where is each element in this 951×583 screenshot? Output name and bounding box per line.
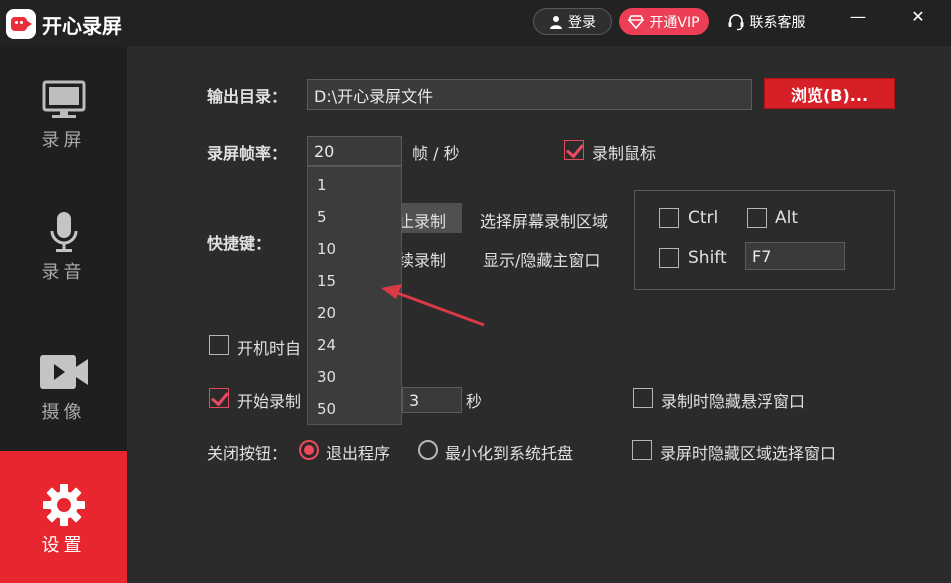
sidebar-label-settings: 设置 (41, 535, 86, 556)
app-logo-icon (6, 9, 36, 39)
fps-option[interactable]: 24 (317, 336, 336, 354)
fps-option[interactable]: 50 (317, 400, 336, 418)
countdown-label: 开始录制 (237, 392, 302, 411)
close-behavior-label: 关闭按钮： (207, 444, 288, 463)
video-camera-icon (39, 355, 88, 389)
shift-label: Shift (688, 248, 727, 268)
countdown-unit: 秒 (466, 392, 483, 411)
shift-checkbox[interactable] (659, 248, 679, 268)
minimize-tray-label: 最小化到系统托盘 (445, 444, 574, 463)
sidebar-item-screen-record[interactable]: 录屏 (0, 46, 127, 178)
autostart-label: 开机时自 (237, 339, 302, 358)
hotkey-key-input[interactable]: F7 (745, 242, 845, 270)
fps-option[interactable]: 20 (317, 304, 336, 322)
hotkey-action-select-region[interactable]: 选择屏幕录制区域 (480, 208, 608, 232)
minimize-button[interactable]: — (838, 4, 878, 28)
hotkey-label: 快捷键： (207, 234, 272, 253)
fps-option[interactable]: 5 (317, 208, 327, 226)
hide-float-window-checkbox[interactable] (633, 388, 653, 408)
monitor-icon (42, 80, 85, 118)
hide-float-window-label: 录制时隐藏悬浮窗口 (661, 392, 806, 411)
hide-region-window-checkbox[interactable] (632, 440, 652, 460)
vip-button[interactable]: 开通VIP (619, 8, 709, 35)
gear-icon (42, 484, 85, 526)
hotkey-action-resume-record[interactable]: 续录制 (398, 247, 446, 271)
fps-unit: 帧 / 秒 (412, 144, 460, 163)
sidebar-label-audio-record: 录音 (41, 262, 86, 283)
customer-service-button[interactable]: 联系客服 (720, 8, 812, 35)
vip-label: 开通VIP (649, 14, 700, 31)
app-title: 开心录屏 (42, 14, 122, 38)
user-icon (550, 15, 562, 29)
login-label: 登录 (568, 14, 596, 31)
countdown-input[interactable]: 3 (402, 387, 462, 413)
ctrl-label: Ctrl (688, 208, 719, 228)
record-mouse-label: 录制鼠标 (592, 144, 657, 163)
hide-region-window-label: 录屏时隐藏区域选择窗口 (660, 444, 837, 463)
service-label: 联系客服 (749, 14, 806, 31)
alt-checkbox[interactable] (747, 208, 767, 228)
settings-panel (127, 46, 951, 583)
headset-icon (728, 13, 743, 30)
hotkey-action-stop-record[interactable]: 止录制 (398, 208, 446, 232)
fps-option[interactable]: 10 (317, 240, 336, 258)
sidebar-item-audio-record[interactable]: 录音 (0, 178, 127, 310)
alt-label: Alt (775, 208, 799, 228)
microphone-icon (50, 212, 77, 252)
close-button[interactable]: ✕ (898, 4, 938, 28)
fps-option[interactable]: 1 (317, 176, 327, 194)
minimize-tray-radio[interactable] (418, 440, 438, 460)
hotkey-modifier-box (634, 190, 895, 290)
fps-select[interactable]: 20 (307, 136, 402, 166)
exit-app-label: 退出程序 (326, 444, 391, 463)
sidebar-label-screen-record: 录屏 (41, 130, 86, 151)
fps-option[interactable]: 15 (317, 272, 336, 290)
browse-button[interactable]: 浏览(B)... (764, 78, 895, 109)
record-mouse-checkbox[interactable] (564, 140, 584, 160)
countdown-checkbox[interactable] (209, 388, 229, 408)
output-dir-input[interactable]: D:\开心录屏文件 (307, 79, 752, 110)
hotkey-action-toggle-window[interactable]: 显示/隐藏主窗口 (483, 247, 600, 271)
sidebar-label-camera: 摄像 (41, 402, 86, 423)
exit-app-radio[interactable] (299, 440, 319, 460)
fps-option[interactable]: 30 (317, 368, 336, 386)
login-button[interactable]: 登录 (533, 8, 612, 35)
sidebar: 录屏 录音 摄像 设置 (0, 46, 127, 583)
diamond-icon (628, 14, 645, 29)
autostart-checkbox[interactable] (209, 335, 229, 355)
sidebar-item-settings[interactable]: 设置 (0, 451, 127, 583)
fps-label: 录屏帧率： (207, 144, 288, 163)
output-dir-label: 输出目录： (207, 87, 288, 106)
title-bar: 开心录屏 登录 开通VIP 联系客服 — ✕ (0, 0, 951, 46)
sidebar-item-camera[interactable]: 摄像 (0, 318, 127, 450)
ctrl-checkbox[interactable] (659, 208, 679, 228)
fps-dropdown-list: 1 5 10 15 20 24 30 50 (307, 166, 402, 425)
